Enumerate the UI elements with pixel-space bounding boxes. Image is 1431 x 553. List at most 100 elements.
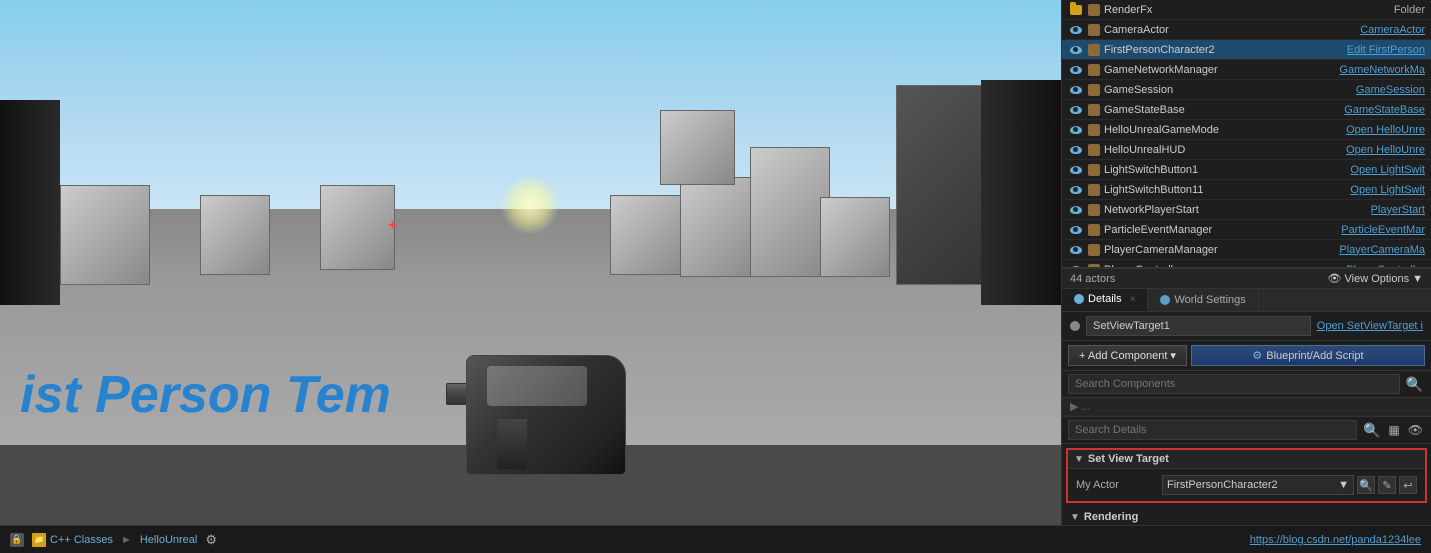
- actor-name: GameStateBase: [1104, 104, 1340, 116]
- actor-row[interactable]: RenderFx Folder: [1062, 0, 1431, 20]
- actor-type-icon: [1088, 184, 1100, 196]
- eye-icon: [1070, 66, 1082, 74]
- actor-row[interactable]: LightSwitchButton11 Open LightSwit: [1062, 180, 1431, 200]
- actor-visibility-icon[interactable]: [1068, 162, 1084, 178]
- actor-row[interactable]: ParticleEventManager ParticleEventMar: [1062, 220, 1431, 240]
- actor-visibility-icon[interactable]: [1068, 22, 1084, 38]
- lock-symbol: 🔒: [11, 534, 22, 545]
- scene-box-1: [60, 185, 150, 285]
- actor-type[interactable]: Open HelloUnre: [1346, 124, 1425, 136]
- rendering-header: ▼ Rendering: [1070, 509, 1423, 525]
- actor-row[interactable]: LightSwitchButton1Open LightSwit: [1062, 160, 1431, 180]
- actor-type[interactable]: PlayerStart: [1371, 204, 1425, 216]
- actor-type[interactable]: Folder: [1394, 4, 1425, 16]
- actor-visibility-icon[interactable]: [1068, 222, 1084, 238]
- actor-type[interactable]: Open LightSwit: [1350, 164, 1425, 176]
- actor-name: ParticleEventManager: [1104, 224, 1337, 236]
- breadcrumb-cpp-classes[interactable]: 📁 C++ Classes: [32, 533, 113, 547]
- actor-row[interactable]: HelloUnrealGameMode Open HelloUnre: [1062, 120, 1431, 140]
- eye-icon: [1070, 246, 1082, 254]
- actor-visibility-icon[interactable]: [1068, 122, 1084, 138]
- actor-name: NetworkPlayerStart: [1104, 204, 1367, 216]
- search-details-search-icon[interactable]: 🔍: [1361, 422, 1382, 439]
- actor-visibility-icon[interactable]: [1068, 82, 1084, 98]
- actor-type[interactable]: PlayerCameraMa: [1339, 244, 1425, 256]
- open-set-view-target-link[interactable]: Open SetViewTarget i: [1317, 320, 1423, 332]
- actor-visibility-icon[interactable]: [1068, 62, 1084, 78]
- actor-row[interactable]: NetworkPlayerStart PlayerStart: [1062, 200, 1431, 220]
- blueprint-label: Blueprint/Add Script: [1266, 350, 1363, 362]
- viewport-bg: ist Person Tem +: [0, 0, 1061, 525]
- actor-type-icon: [1088, 4, 1100, 16]
- tab-world-settings[interactable]: World Settings: [1148, 289, 1258, 311]
- actor-row[interactable]: GameSessionGameSession: [1062, 80, 1431, 100]
- blueprint-button[interactable]: ⚙ Blueprint/Add Script: [1191, 345, 1425, 366]
- actor-visibility-icon[interactable]: [1068, 242, 1084, 258]
- bottom-url-link[interactable]: https://blog.csdn.net/panda1234lee: [1250, 534, 1421, 546]
- actor-type-icon: [1088, 44, 1100, 56]
- actor-type[interactable]: CameraActor: [1360, 24, 1425, 36]
- scene-box-8: [820, 197, 890, 277]
- scene-box-4: [610, 195, 690, 275]
- crosshair: +: [388, 217, 397, 235]
- fp-text: ist Person Tem: [20, 365, 391, 425]
- add-component-button[interactable]: + Add Component ▾: [1068, 345, 1187, 366]
- actor-name: LightSwitchButton11: [1104, 184, 1346, 196]
- folder-icon: [1070, 5, 1082, 15]
- actor-visibility-icon[interactable]: [1068, 102, 1084, 118]
- search-components-input[interactable]: [1068, 374, 1400, 394]
- scene-box-7: [750, 147, 830, 277]
- weapon: [446, 295, 646, 475]
- set-view-target-input[interactable]: [1086, 316, 1311, 336]
- search-details-input[interactable]: [1068, 420, 1357, 440]
- actor-type[interactable]: Edit FirstPerson: [1347, 44, 1425, 56]
- actor-type[interactable]: GameSession: [1356, 84, 1425, 96]
- actor-row[interactable]: FirstPersonCharacter2Edit FirstPerson: [1062, 40, 1431, 60]
- section-collapse-icon[interactable]: ▼: [1074, 454, 1084, 465]
- my-actor-edit-icon[interactable]: ✎: [1378, 476, 1396, 494]
- action-buttons-row: + Add Component ▾ ⚙ Blueprint/Add Script: [1062, 341, 1431, 371]
- actor-visibility-icon[interactable]: [1068, 202, 1084, 218]
- light-glow: [500, 175, 560, 235]
- actor-type[interactable]: ParticleEventMar: [1341, 224, 1425, 236]
- details-tab-icon: [1074, 294, 1084, 304]
- search-details-grid-icon[interactable]: ▦: [1386, 423, 1401, 437]
- actor-type[interactable]: Open LightSwit: [1350, 184, 1425, 196]
- actor-name: RenderFx: [1104, 4, 1390, 16]
- actor-type-icon: [1088, 244, 1100, 256]
- breadcrumb-hello-unreal[interactable]: HelloUnreal: [140, 534, 197, 546]
- viewport: ist Person Tem +: [0, 0, 1061, 525]
- actor-row[interactable]: PlayerControllerPlayerController: [1062, 260, 1431, 268]
- bottom-gear-icon[interactable]: ⚙: [205, 532, 217, 548]
- lock-icon: 🔒: [10, 533, 24, 547]
- my-actor-search-icon[interactable]: 🔍: [1357, 476, 1375, 494]
- actor-type-icon: [1088, 124, 1100, 136]
- actor-visibility-icon[interactable]: [1068, 42, 1084, 58]
- actor-type[interactable]: Open HelloUnre: [1346, 144, 1425, 156]
- actor-visibility-icon[interactable]: [1068, 142, 1084, 158]
- actor-row[interactable]: CameraActorCameraActor: [1062, 20, 1431, 40]
- eye-icon: [1070, 26, 1082, 34]
- actor-type[interactable]: GameStateBase: [1344, 104, 1425, 116]
- actor-row[interactable]: PlayerCameraManagerPlayerCameraMa: [1062, 240, 1431, 260]
- eye-icon: [1070, 146, 1082, 154]
- rendering-collapse-icon[interactable]: ▼: [1070, 512, 1080, 523]
- actor-visibility-icon[interactable]: [1068, 182, 1084, 198]
- actor-name: HelloUnrealGameMode: [1104, 124, 1342, 136]
- rendering-section: ▼ Rendering Actor Hidden In Gam: [1062, 507, 1431, 525]
- my-actor-undo-icon[interactable]: ↩: [1399, 476, 1417, 494]
- search-components-button[interactable]: 🔍: [1404, 376, 1425, 393]
- details-tab-close[interactable]: ×: [1130, 294, 1136, 305]
- actor-type[interactable]: GameNetworkMa: [1339, 64, 1425, 76]
- actor-visibility-icon[interactable]: [1068, 2, 1084, 18]
- view-options-button[interactable]: 👁 View Options ▼: [1328, 272, 1423, 285]
- search-details-eye-icon[interactable]: 👁: [1406, 423, 1425, 437]
- actor-list-footer: 44 actors 👁 View Options ▼: [1062, 268, 1431, 289]
- actor-row[interactable]: GameNetworkManagerGameNetworkMa: [1062, 60, 1431, 80]
- my-actor-dropdown[interactable]: FirstPersonCharacter2 ▼: [1162, 475, 1354, 495]
- set-view-section-header: ▼ Set View Target: [1068, 450, 1425, 469]
- tab-details[interactable]: Details ×: [1062, 289, 1148, 311]
- actor-list[interactable]: RenderFx Folder CameraActorCameraActorFirs…: [1062, 0, 1431, 268]
- actor-row[interactable]: HelloUnrealHUDOpen HelloUnre: [1062, 140, 1431, 160]
- actor-row[interactable]: GameStateBase GameStateBase: [1062, 100, 1431, 120]
